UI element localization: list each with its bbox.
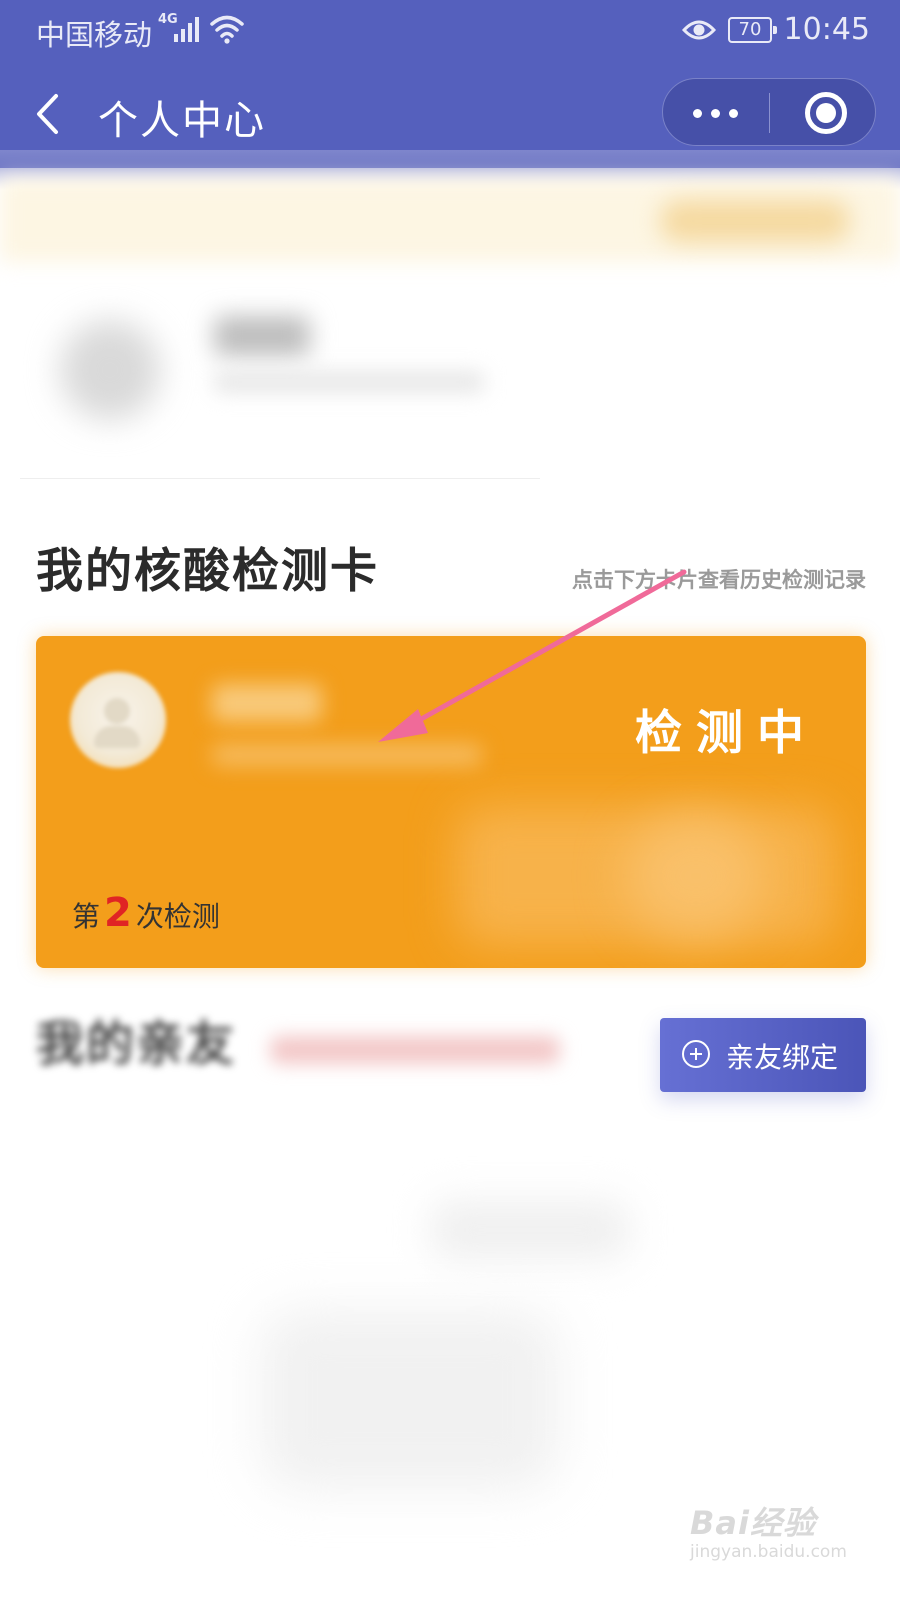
more-icon-dot [711,109,720,118]
blurred-user-avatar [60,320,160,420]
test-status-label: 检测中 [635,706,818,761]
carrier-name: 中国移动 [36,18,153,52]
blurred-empty-state-illustration [260,1310,560,1490]
test-count-number: 2 [104,890,132,936]
bind-friend-label: 亲友绑定 [726,1041,839,1074]
avatar-shoulders [94,726,140,748]
page-title: 个人中心 [98,98,266,144]
more-button[interactable] [663,79,769,145]
avatar-head [104,698,130,724]
card-avatar [70,672,166,768]
close-mini-program-icon-dot [816,103,836,123]
battery-indicator: 70 [728,17,777,43]
blurred-card-name [212,684,322,722]
section-hint: 点击下方卡片查看历史检测记录 [572,568,866,592]
blurred-user-name [214,316,310,356]
blurred-notice-button [660,200,850,242]
blurred-card-id [212,744,482,766]
more-icon-dot [729,109,738,118]
mini-program-capsule [662,78,876,146]
app-header: 中国移动 4G 70 10:45 个人中心 [0,0,900,168]
blurred-card-decoration [626,816,766,936]
close-mini-program-button[interactable] [770,79,876,145]
blurred-friends-hint [270,1036,560,1064]
watermark-url: jingyan.baidu.com [690,1542,847,1562]
signal-icon [174,17,199,42]
plus-circle-icon [682,1040,710,1068]
test-count: 第 2 次检测 [72,890,220,936]
section-title: 我的核酸检测卡 [36,544,379,599]
nucleic-test-card[interactable]: 检测中 第 2 次检测 [36,636,866,968]
test-count-prefix: 第 [72,900,101,933]
eye-icon [682,20,716,40]
watermark-logo: Bai经验 [690,1504,816,1542]
blurred-user-info [214,372,484,392]
status-time: 10:45 [783,12,870,47]
back-icon[interactable] [34,92,62,136]
divider [20,478,540,479]
bind-friend-button[interactable]: 亲友绑定 [660,1018,866,1092]
baidu-jingyan-watermark: Bai经验 jingyan.baidu.com [690,1498,847,1562]
status-bar: 中国移动 4G 70 10:45 [0,0,900,62]
more-icon [693,109,702,118]
wifi-icon [210,15,244,44]
test-count-suffix: 次检测 [135,900,220,933]
blurred-empty-state [430,1200,630,1260]
friends-section-title: 我的亲友 [36,1016,237,1072]
